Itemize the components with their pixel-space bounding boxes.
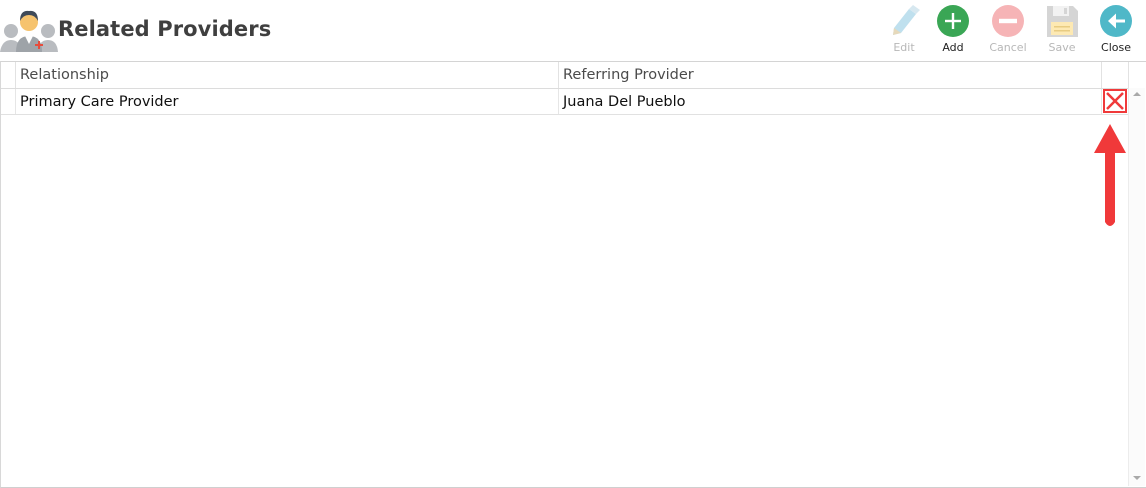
referring-provider-cell[interactable]: Juana Del Pueblo (559, 89, 1102, 114)
column-header-actions (1102, 62, 1129, 88)
pencil-icon (893, 5, 920, 35)
relationship-cell[interactable]: Primary Care Provider (16, 89, 559, 114)
table-row[interactable]: Primary Care Provider Juana Del Pueblo (1, 89, 1129, 115)
close-label: Close (1101, 41, 1131, 54)
cancel-button[interactable]: Cancel (983, 2, 1033, 60)
add-label: Add (942, 41, 964, 54)
page-title: Related Providers (58, 17, 272, 41)
header: Related Providers Edit Add Cancel Save C… (0, 0, 1146, 61)
edit-label: Edit (893, 41, 915, 54)
save-button[interactable]: Save (1037, 2, 1087, 60)
grid-header: Relationship Referring Provider (1, 62, 1129, 89)
save-label: Save (1048, 41, 1076, 54)
delete-x-icon (1106, 92, 1124, 110)
cancel-label: Cancel (989, 41, 1027, 54)
doctor-avatar-icon (0, 10, 58, 52)
related-providers-grid: Relationship Referring Provider Primary … (0, 61, 1146, 488)
scroll-down-arrow-icon[interactable] (1132, 474, 1142, 482)
minus-circle-icon (992, 5, 1024, 37)
delete-row-button[interactable] (1103, 89, 1127, 113)
vertical-scrollbar[interactable] (1128, 88, 1145, 486)
scroll-up-arrow-icon[interactable] (1132, 90, 1142, 98)
column-header-referring-provider[interactable]: Referring Provider (559, 62, 1102, 88)
add-button[interactable]: Add (928, 2, 978, 60)
arrow-left-circle-icon (1100, 5, 1132, 37)
plus-circle-icon (937, 5, 969, 37)
column-header-relationship[interactable]: Relationship (16, 62, 559, 88)
row-indicator[interactable] (1, 89, 16, 114)
close-button[interactable]: Close (1091, 2, 1141, 60)
edit-button[interactable]: Edit (879, 2, 929, 60)
row-indicator-header (1, 62, 16, 88)
red-arrow-icon (1094, 124, 1126, 226)
floppy-disk-icon (1047, 6, 1078, 37)
